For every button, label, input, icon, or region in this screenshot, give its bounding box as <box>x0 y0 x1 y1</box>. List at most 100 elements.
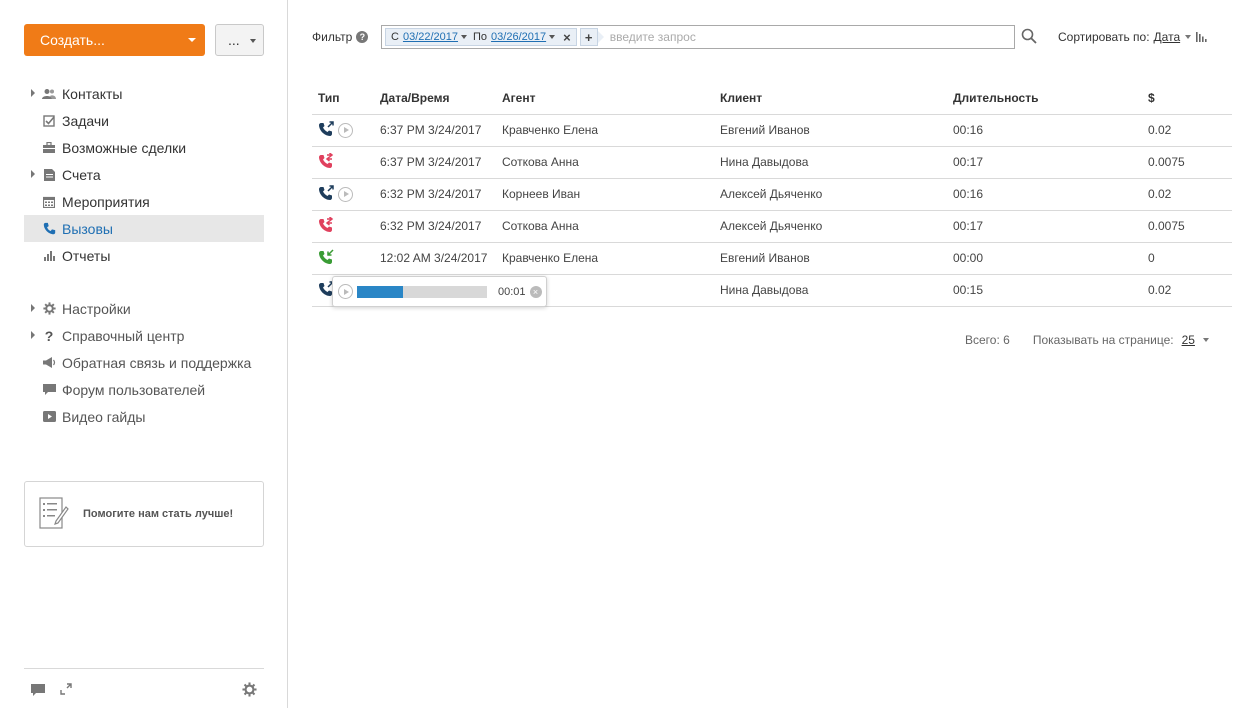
cell-duration: 00:17 <box>947 146 1142 179</box>
search-input[interactable] <box>609 28 1011 46</box>
date-from-prefix: С <box>391 31 399 43</box>
sidebar-item-label: Вызовы <box>62 220 113 237</box>
column-header[interactable]: Клиент <box>714 82 947 115</box>
column-header[interactable]: Тип <box>312 82 374 115</box>
sidebar-item-briefcase[interactable]: Возможные сделки <box>24 134 264 161</box>
call-type <box>318 184 374 204</box>
gear-icon[interactable] <box>242 682 257 697</box>
audio-player[interactable]: 00:01 × <box>332 276 547 307</box>
chevron-down-icon[interactable] <box>1185 35 1192 39</box>
tasks-icon <box>42 114 56 128</box>
call-type-cell <box>312 242 374 275</box>
table-row[interactable]: 6:37 PM 3/24/2017 Кравченко Елена Евгений … <box>312 114 1232 147</box>
chevron-down-icon[interactable] <box>1202 338 1209 342</box>
table-row[interactable]: 6:32 PM 3/24/2017 Соткова Анна Алексей Дья… <box>312 210 1232 243</box>
cell-cost: 0.0075 <box>1142 210 1232 243</box>
question-icon: ? <box>44 327 54 344</box>
sidebar-item-label: Счета <box>62 166 101 183</box>
sort-field-link[interactable]: Дата <box>1154 30 1181 44</box>
per-page-select[interactable]: 25 <box>1182 333 1195 347</box>
progress-bar[interactable] <box>357 285 487 298</box>
sidebar-item-comment[interactable]: Форум пользователей <box>24 376 264 403</box>
play-icon[interactable] <box>338 284 353 299</box>
sidebar: Создать... ... Контакты Задачи Возможные с… <box>0 0 288 708</box>
cell-client: Евгений Иванов <box>714 242 947 275</box>
feedback-box[interactable]: Помогите нам стать лучше! <box>24 481 264 547</box>
comment-icon <box>42 383 56 397</box>
sidebar-item-bar-chart[interactable]: Отчеты <box>24 242 264 269</box>
sidebar-item-invoice[interactable]: Счета <box>24 161 264 188</box>
sidebar-item-video[interactable]: Видео гайды <box>24 403 264 430</box>
help-icon[interactable]: ? <box>356 31 369 43</box>
sidebar-item-label: Настройки <box>62 300 131 317</box>
sidebar-item-label: Обратная связь и поддержка <box>62 354 252 371</box>
chevron-right-icon[interactable] <box>31 331 35 339</box>
cell-duration: 00:16 <box>947 178 1142 211</box>
pager: Всего: 6 Показывать на странице: 25 <box>965 333 1209 347</box>
table-row[interactable]: 12:02 AM 3/24/2017 Кравченко Елена Евгений… <box>312 242 1232 275</box>
call-type <box>318 120 374 140</box>
play-icon[interactable] <box>338 122 353 138</box>
call-type <box>318 215 374 236</box>
call-type-cell <box>312 178 374 211</box>
chat-icon[interactable] <box>30 683 46 697</box>
sort-order-icon[interactable] <box>1196 32 1208 42</box>
calendar-icon <box>42 195 56 209</box>
chevron-right-icon[interactable] <box>31 170 35 178</box>
cell-agent: Кравченко Елена <box>496 242 714 275</box>
table-row[interactable]: 6:37 PM 3/24/2017 Соткова Анна Нина Давыдо… <box>312 146 1232 179</box>
more-actions-label: ... <box>228 32 240 48</box>
date-to-link[interactable]: 03/26/2017 <box>491 31 546 43</box>
gear-icon <box>42 302 56 316</box>
incoming-call-icon <box>318 248 334 268</box>
invoice-icon <box>42 168 56 182</box>
phone-icon <box>42 222 56 236</box>
filter-label: Фильтр ? <box>312 30 369 44</box>
cell-datetime: 12:02 AM 3/24/2017 <box>374 242 496 275</box>
create-button-label: Создать... <box>40 32 105 48</box>
cell-client: Нина Давыдова <box>714 274 947 307</box>
play-icon[interactable] <box>338 186 353 202</box>
cell-client: Нина Давыдова <box>714 146 947 179</box>
more-actions-button[interactable]: ... <box>215 24 264 56</box>
chevron-down-icon[interactable] <box>549 35 556 39</box>
sidebar-item-calendar[interactable]: Мероприятия <box>24 188 264 215</box>
chevron-right-icon[interactable] <box>31 89 35 97</box>
cell-cost: 0 <box>1142 242 1232 275</box>
total-count: Всего: 6 <box>965 333 1010 347</box>
cell-duration: 00:00 <box>947 242 1142 275</box>
close-icon[interactable]: × <box>529 285 542 298</box>
sidebar-item-phone[interactable]: Вызовы <box>24 215 264 242</box>
outgoing-call-icon <box>318 184 334 204</box>
close-icon[interactable]: × <box>563 30 571 45</box>
chevron-down-icon[interactable] <box>461 35 468 39</box>
sidebar-item-label: Видео гайды <box>62 408 146 425</box>
create-button[interactable]: Создать... <box>24 24 205 56</box>
call-type-cell <box>312 210 374 243</box>
sidebar-item-megaphone[interactable]: Обратная связь и поддержка <box>24 349 264 376</box>
table-row[interactable]: 6:32 PM 3/24/2017 Корнеев Иван Алексей Дья… <box>312 178 1232 211</box>
sidebar-item-label: Контакты <box>62 85 123 102</box>
sidebar-item-gear[interactable]: Настройки <box>24 295 264 322</box>
cell-datetime: 6:37 PM 3/24/2017 <box>374 114 496 147</box>
search-icon[interactable] <box>1021 28 1037 44</box>
cell-duration: 00:16 <box>947 114 1142 147</box>
expand-icon[interactable] <box>60 683 72 695</box>
column-header[interactable]: $ <box>1142 82 1232 115</box>
cell-duration: 00:17 <box>947 210 1142 243</box>
date-range-chip[interactable]: С 03/22/2017 По 03/26/2017 × <box>385 28 577 46</box>
sidebar-item-question[interactable]: ? Справочный центр <box>24 322 264 349</box>
column-header[interactable]: Длительность <box>947 82 1142 115</box>
chevron-right-icon[interactable] <box>31 304 35 312</box>
filter-box[interactable]: С 03/22/2017 По 03/26/2017 × + <box>381 25 1015 49</box>
sidebar-item-contacts[interactable]: Контакты <box>24 80 264 107</box>
date-from-link[interactable]: 03/22/2017 <box>403 31 458 43</box>
column-header[interactable]: Дата/Время <box>374 82 496 115</box>
player-time: 00:01 <box>498 285 526 298</box>
chevron-down-icon <box>188 38 196 42</box>
bar-chart-icon <box>42 249 56 263</box>
calls-table: Тип Дата/Время Агент Клиент Длительность $ 6:… <box>312 82 1232 307</box>
add-filter-button[interactable]: + <box>579 28 604 46</box>
column-header[interactable]: Агент <box>496 82 714 115</box>
sidebar-item-tasks[interactable]: Задачи <box>24 107 264 134</box>
